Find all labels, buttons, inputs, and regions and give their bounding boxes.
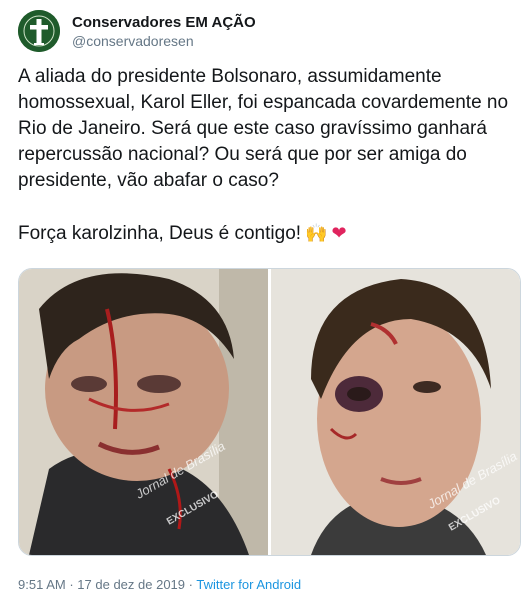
- tweet-paragraph: A aliada do presidente Bolsonaro, assumi…: [18, 66, 509, 191]
- photo-right[interactable]: Jornal de Brasília EXCLUSIVO: [271, 269, 520, 555]
- tweet-card: Conservadores EM AÇÃO @conservadoresen A…: [0, 0, 530, 600]
- heart-emoji: ❤: [331, 223, 347, 243]
- tweet-source-link[interactable]: Twitter for Android: [196, 577, 301, 592]
- photo-right-image: Jornal de Brasília EXCLUSIVO: [271, 269, 520, 555]
- meta-separator-2: ·: [188, 577, 193, 592]
- raised-hands-emoji: 🙌: [305, 223, 328, 243]
- tweet-header: Conservadores EM AÇÃO @conservadoresen: [18, 10, 256, 52]
- meta-separator: ·: [69, 577, 74, 592]
- photo-left-image: Jornal de Brasília EXCLUSIVO: [19, 269, 268, 555]
- tweet-date[interactable]: 17 de dez de 2019: [77, 577, 185, 592]
- media-grid: Jornal de Brasília EXCLUSIVO Jornal de B…: [18, 268, 521, 556]
- cross-logo-icon: [18, 10, 60, 52]
- display-name[interactable]: Conservadores EM AÇÃO: [72, 13, 256, 32]
- avatar[interactable]: [18, 10, 60, 52]
- tweet-paragraph-2: Força karolzinha, Deus é contigo! 🙌 ❤: [18, 220, 518, 247]
- tweet-text-2: Força karolzinha, Deus é contigo!: [18, 223, 302, 244]
- account-names: Conservadores EM AÇÃO @conservadoresen: [72, 13, 256, 50]
- tweet-meta: 9:51 AM · 17 de dez de 2019 · Twitter fo…: [18, 577, 301, 592]
- tweet-text: A aliada do presidente Bolsonaro, assumi…: [18, 64, 518, 247]
- tweet-time[interactable]: 9:51 AM: [18, 577, 66, 592]
- account-handle[interactable]: @conservadoresen: [72, 32, 256, 50]
- photo-left[interactable]: Jornal de Brasília EXCLUSIVO: [19, 269, 268, 555]
